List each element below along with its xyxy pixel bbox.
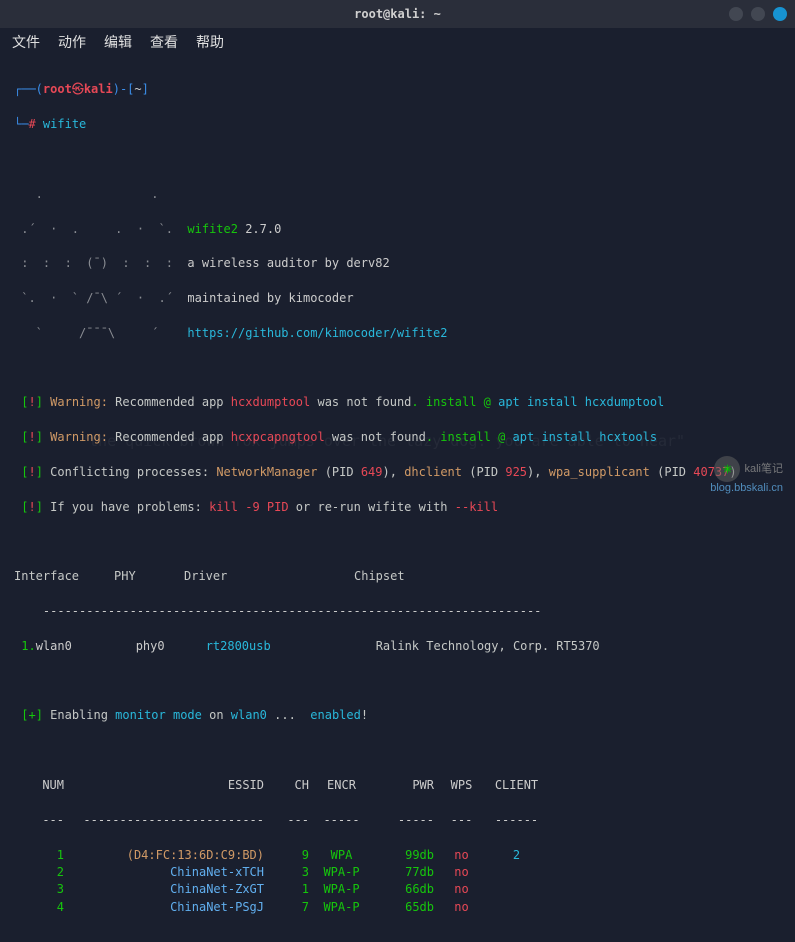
- net-header: NUMESSIDCHENCRPWRWPSCLIENT: [14, 777, 781, 794]
- net-row: 1(D4:FC:13:6D:C9:BD)9WPA99dbno2: [14, 847, 781, 864]
- menu-bar: 文件 动作 编辑 查看 帮助: [0, 28, 795, 56]
- ascii-art-3: : : : (¯) : : : a wireless auditor by de…: [14, 255, 781, 272]
- ascii-art-5: ` /¯¯¯\ ´ https://github.com/kimocoder/w…: [14, 325, 781, 342]
- menu-view[interactable]: 查看: [150, 32, 178, 52]
- command-input: wifite: [43, 117, 86, 131]
- menu-actions[interactable]: 动作: [58, 32, 86, 52]
- prompt-line-1: ┌──(root㉿kali)-[~]: [14, 81, 781, 98]
- warning-1: [!] Warning: Recommended app hcxdumptool…: [14, 394, 781, 411]
- conflict-line: [!] Conflicting processes: NetworkManage…: [14, 464, 781, 481]
- watermark: ✳kali笔记 blog.bbskali.cn: [710, 456, 783, 494]
- iface-sep: ----------------------------------------…: [14, 603, 781, 620]
- problems-line: [!] If you have problems: kill -9 PID or…: [14, 499, 781, 516]
- menu-edit[interactable]: 编辑: [104, 32, 132, 52]
- menu-help[interactable]: 帮助: [196, 32, 224, 52]
- ascii-art-2: .´ · . . · `. wifite2 2.7.0: [14, 221, 781, 238]
- iface-header: InterfacePHYDriverChipset: [14, 568, 781, 585]
- iface-row: 1. wlan0phy0rt2800usbRalink Technology, …: [14, 638, 781, 655]
- monitor-line: [+] Enabling monitor mode on wlan0 ... e…: [14, 707, 781, 724]
- project-url: https://github.com/kimocoder/wifite2: [187, 326, 447, 340]
- ascii-art-4: `. · ` /¯\ ´ · .´ maintained by kimocode…: [14, 290, 781, 307]
- window-title: root@kali: ~: [354, 7, 441, 21]
- warning-2: [!] Warning: Recommended app hcxpcapngto…: [14, 429, 781, 446]
- window-controls: [729, 7, 787, 21]
- net-rule: ----------------------------------------…: [14, 812, 781, 829]
- net-row: 2ChinaNet-xTCH3WPA-P77dbno: [14, 864, 781, 881]
- net-row: 4ChinaNet-PSgJ7WPA-P65dbno: [14, 899, 781, 916]
- menu-file[interactable]: 文件: [12, 32, 40, 52]
- minimize-icon[interactable]: [729, 7, 743, 21]
- net-row: 3ChinaNet-ZxGT1WPA-P66dbno: [14, 881, 781, 898]
- ascii-art-1: . .: [14, 186, 781, 203]
- close-icon[interactable]: [773, 7, 787, 21]
- terminal-output[interactable]: ┌──(root㉿kali)-[~] └─# wifite . . .´ · .…: [0, 56, 795, 942]
- maximize-icon[interactable]: [751, 7, 765, 21]
- prompt-line-2: └─# wifite: [14, 116, 781, 133]
- window-titlebar: root@kali: ~: [0, 0, 795, 28]
- wechat-icon: ✳: [714, 456, 740, 482]
